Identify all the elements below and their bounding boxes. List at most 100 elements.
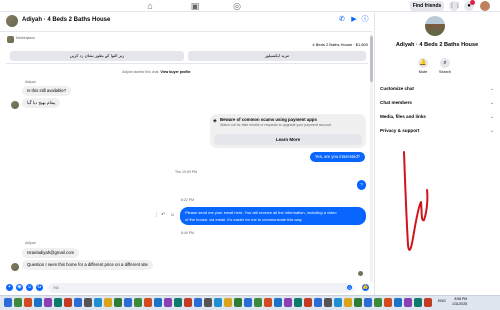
taskbar-app-icon[interactable] — [44, 298, 52, 307]
menu-grid-icon[interactable]: ⋮⋮ — [449, 1, 461, 11]
taskbar-app-icon[interactable] — [404, 298, 412, 307]
taskbar-app-icon[interactable] — [324, 298, 332, 307]
taskbar-app-icon[interactable] — [294, 298, 302, 307]
listing-thumbnail[interactable] — [7, 36, 14, 43]
chevron-down-icon[interactable]: ⌄ — [490, 85, 494, 93]
message-bubble-outgoing[interactable]: ? — [357, 180, 366, 190]
panel-item-chat-members[interactable]: Chat members — [380, 99, 412, 107]
message-line: Please send me your email here. You will… — [185, 210, 337, 215]
taskbar-app-icon[interactable] — [334, 298, 342, 307]
message-bubble-outgoing[interactable]: Yes, are you interested? — [310, 152, 366, 162]
taskbar-app-icon[interactable] — [74, 298, 82, 307]
notification-badge — [470, 0, 475, 5]
message-input[interactable] — [48, 283, 354, 293]
taskbar-app-icon[interactable] — [374, 298, 382, 307]
taskbar-app-icon[interactable] — [194, 298, 202, 307]
taskbar-app-icon[interactable] — [394, 298, 402, 307]
like-icon[interactable]: 👍 — [362, 284, 369, 291]
sender-avatar[interactable] — [11, 101, 19, 109]
home-icon[interactable]: ⌂ — [145, 1, 155, 11]
search-icon[interactable]: ⌕ — [440, 58, 450, 68]
learn-more-button[interactable]: Learn More — [214, 134, 362, 145]
panel-item-media-files-links[interactable]: Media, files and links — [380, 113, 426, 121]
sticker-icon[interactable]: ☺ — [26, 284, 33, 291]
marketplace-icon[interactable]: ▣ — [190, 1, 200, 11]
video-call-icon[interactable]: ▶ — [350, 16, 358, 24]
listing-photo[interactable] — [425, 16, 445, 36]
taskbar-app-icon[interactable] — [314, 298, 322, 307]
taskbar-app-icon[interactable] — [204, 298, 212, 307]
taskbar-app-icon[interactable] — [244, 298, 252, 307]
chevron-down-icon[interactable]: ⌄ — [490, 99, 494, 107]
taskbar-app-icon[interactable] — [184, 298, 192, 307]
plus-icon[interactable]: + — [6, 284, 13, 291]
phone-icon[interactable]: ✆ — [338, 16, 346, 24]
red-scribble-annotation — [403, 151, 429, 251]
message-bubble-incoming[interactable]: پیغام بھیج دیا گیا — [22, 98, 61, 108]
chevron-down-icon[interactable]: ⌄ — [490, 127, 494, 135]
scrollbar-thumb[interactable] — [370, 36, 373, 82]
message-bubble-incoming[interactable]: Israeladiyah@gmail.com — [22, 248, 80, 258]
panel-item-privacy-support[interactable]: Privacy & support — [380, 127, 419, 135]
taskbar-app-icon[interactable] — [124, 298, 132, 307]
taskbar-app-icon[interactable] — [304, 298, 312, 307]
taskbar-app-icon[interactable] — [84, 298, 92, 307]
panel-item-customize-chat[interactable]: Customize chat — [380, 85, 414, 93]
message-bubble-incoming[interactable]: Question I seen this home for a differen… — [22, 260, 153, 270]
taskbar-app-icon[interactable] — [4, 298, 12, 307]
language-indicator[interactable]: ENG — [438, 299, 446, 303]
taskbar-app-icon[interactable] — [284, 298, 292, 307]
taskbar-app-icon[interactable] — [54, 298, 62, 307]
timestamp: Thu 10:59 PM — [175, 170, 197, 174]
taskbar-app-icon[interactable] — [254, 298, 262, 307]
taskbar-app-icon[interactable] — [224, 298, 232, 307]
taskbar-app-icon[interactable] — [104, 298, 112, 307]
taskbar-app-icon[interactable] — [234, 298, 242, 307]
read-receipt-avatar — [358, 271, 363, 276]
taskbar-app-icon[interactable] — [14, 298, 22, 307]
message-bubble-outgoing[interactable]: Please send me your email here. You will… — [180, 207, 366, 225]
explore-more-button[interactable]: مزید ایکسپلور — [188, 51, 366, 61]
taskbar-app-icon[interactable] — [354, 298, 362, 307]
mark-pending-button[interactable]: زیر التوا کے بطور نشان زد کریں — [10, 51, 184, 61]
chat-avatar[interactable] — [6, 15, 18, 27]
taskbar-app-icon[interactable] — [364, 298, 372, 307]
taskbar-app-icon[interactable] — [64, 298, 72, 307]
bell-icon[interactable]: 🔔 — [418, 58, 428, 68]
view-buyer-profile-link[interactable]: View buyer profile — [160, 70, 190, 74]
groups-icon[interactable]: ◎ — [232, 1, 242, 11]
taskbar-app-icon[interactable] — [164, 298, 172, 307]
sender-name: Adiyah — [25, 80, 36, 84]
taskbar-app-icon[interactable] — [414, 298, 422, 307]
taskbar-app-icon[interactable] — [264, 298, 272, 307]
camera-icon[interactable]: ◉ — [16, 284, 23, 291]
taskbar-app-icon[interactable] — [144, 298, 152, 307]
taskbar-app-icon[interactable] — [134, 298, 142, 307]
marketplace-label: Marketplace — [16, 36, 36, 40]
taskbar-app-icon[interactable] — [344, 298, 352, 307]
react-icon[interactable]: ☺ — [170, 212, 175, 218]
chat-title[interactable]: Adiyah · 4 Beds 2 Baths House — [22, 15, 110, 25]
taskbar-app-icon[interactable] — [424, 298, 432, 307]
listing-title[interactable]: 4 Beds 2 Baths House · $1,600 — [280, 42, 368, 47]
gif-icon[interactable]: G — [36, 284, 43, 291]
message-bubble-incoming[interactable]: Is this still available? — [22, 86, 72, 96]
sender-avatar[interactable] — [11, 263, 19, 271]
emoji-icon[interactable]: ☺ — [347, 285, 352, 290]
taskbar-app-icon[interactable] — [214, 298, 222, 307]
clock[interactable]: 8:58 PM 1/31/2025 — [452, 297, 467, 307]
find-friends-button[interactable]: Find friends — [410, 1, 444, 11]
reply-icon[interactable]: ↶ — [161, 212, 165, 218]
taskbar-app-icon[interactable] — [94, 298, 102, 307]
taskbar-app-icon[interactable] — [384, 298, 392, 307]
taskbar-app-icon[interactable] — [154, 298, 162, 307]
taskbar-app-icon[interactable] — [24, 298, 32, 307]
taskbar-app-icon[interactable] — [34, 298, 42, 307]
more-options-icon[interactable]: ⋮ — [154, 212, 159, 218]
taskbar-app-icon[interactable] — [114, 298, 122, 307]
more-info-icon[interactable]: ⓘ — [361, 16, 369, 24]
profile-avatar[interactable] — [480, 1, 490, 11]
chevron-down-icon[interactable]: ⌄ — [490, 113, 494, 121]
taskbar-app-icon[interactable] — [274, 298, 282, 307]
taskbar-app-icon[interactable] — [174, 298, 182, 307]
